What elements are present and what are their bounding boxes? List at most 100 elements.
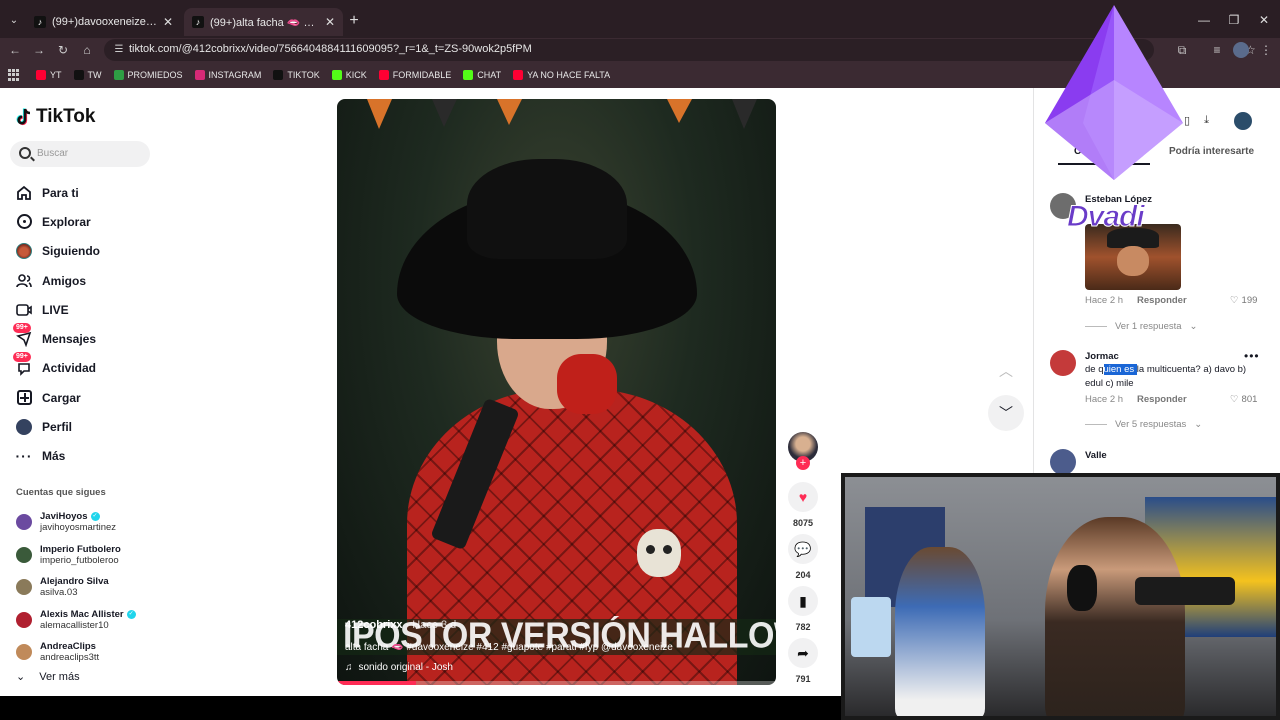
following-item[interactable]: AndreaClips andreaclips3tt bbox=[16, 636, 186, 669]
download-icon[interactable]: ⤓ bbox=[1204, 114, 1209, 127]
account-handle: javihoyosmartinez bbox=[40, 522, 117, 534]
comment-meta: Hace 2 h Responder bbox=[1085, 295, 1187, 306]
studio-microphone bbox=[1135, 577, 1235, 605]
back-icon[interactable]: ← bbox=[6, 42, 24, 58]
site-info-icon[interactable]: ☰ bbox=[112, 43, 126, 57]
sound-name: sonido original - Josh bbox=[358, 662, 454, 673]
nav-item-amigos[interactable]: Amigos bbox=[16, 266, 176, 295]
bookmark-label: PROMIEDOS bbox=[127, 70, 183, 80]
following-item[interactable]: Alexis Mac Allister ✓ alemacallister10 bbox=[16, 604, 186, 637]
forward-icon[interactable]: → bbox=[30, 42, 48, 58]
following-item[interactable]: Imperio Futbolero imperio_futboleroo bbox=[16, 539, 186, 572]
following-item[interactable]: Alejandro Silva asilva.03 bbox=[16, 571, 186, 604]
comment-like[interactable]: ♡ 801 bbox=[1230, 394, 1257, 405]
nav-item-perfil[interactable]: Perfil bbox=[16, 412, 176, 441]
search-input[interactable]: Buscar bbox=[10, 141, 150, 167]
tab-title: (99+)davooxeneize (@davooxeneize) bbox=[52, 16, 157, 28]
account-avatar bbox=[16, 579, 32, 596]
logo-text: TikTok bbox=[36, 106, 96, 127]
profile-avatar[interactable] bbox=[1233, 42, 1249, 58]
account-avatar bbox=[16, 546, 32, 563]
bookmark-chat[interactable]: CHAT bbox=[463, 70, 501, 80]
see-more-label: Ver más bbox=[39, 670, 80, 683]
bookmark-promiedos[interactable]: PROMIEDOS bbox=[113, 70, 183, 80]
restore-icon[interactable]: ❐ bbox=[1226, 13, 1242, 27]
account-avatar bbox=[16, 514, 32, 531]
new-tab-button[interactable]: + bbox=[346, 12, 362, 30]
selected-text: uien es bbox=[1103, 364, 1137, 375]
nav-item-cargar[interactable]: Cargar bbox=[16, 383, 176, 412]
browser-tab[interactable]: ♪ (99+)davooxeneize (@davooxeneize) ✕ bbox=[26, 8, 181, 36]
comment-action[interactable]: 💬 204 bbox=[786, 534, 820, 580]
comment-like-count: 801 bbox=[1241, 394, 1258, 405]
bookmark-label: KICK bbox=[345, 70, 367, 80]
comment-like-count: 199 bbox=[1241, 295, 1258, 306]
apps-grid-icon[interactable] bbox=[8, 69, 20, 81]
media-control-icon[interactable]: ≡ bbox=[1209, 43, 1225, 57]
commenter-avatar[interactable] bbox=[1050, 449, 1076, 475]
reply-button[interactable]: Responder bbox=[1137, 394, 1187, 405]
nav-item-para-ti[interactable]: Para ti bbox=[16, 178, 176, 207]
account-name: AndreaClips bbox=[40, 641, 99, 652]
bookmark-ya-no-hace-falta[interactable]: YA NO HACE FALTA bbox=[513, 70, 610, 80]
account-name-text: Imperio Futbolero bbox=[40, 543, 121, 555]
nav-item-mensajes[interactable]: 99+ Mensajes bbox=[13, 323, 176, 353]
previous-video-button[interactable]: ︿ bbox=[988, 353, 1024, 389]
nav-item-explorar[interactable]: Explorar bbox=[16, 207, 176, 236]
account-name-text: AndreaClips bbox=[40, 641, 96, 653]
video-progress-bar[interactable] bbox=[337, 681, 776, 685]
nav-item-mas[interactable]: ··· Más bbox=[16, 442, 176, 471]
share-action[interactable]: ➦ 791 bbox=[786, 638, 820, 684]
gloved-hand bbox=[557, 354, 617, 414]
user-avatar[interactable] bbox=[1234, 112, 1252, 130]
nav-item-actividad[interactable]: 99+ Actividad bbox=[13, 352, 176, 383]
close-window-icon[interactable]: ✕ bbox=[1256, 13, 1272, 27]
comment-like[interactable]: ♡ 199 bbox=[1230, 295, 1257, 306]
replies-label: Ver 1 respuesta bbox=[1115, 321, 1182, 332]
follow-plus-icon[interactable]: + bbox=[796, 456, 810, 470]
minimize-icon[interactable]: — bbox=[1196, 13, 1212, 27]
comment-time: Hace 2 h bbox=[1085, 295, 1124, 306]
address-bar[interactable]: ☰ tiktok.com/@412cobrixx/video/756640488… bbox=[104, 39, 1256, 61]
comment-count: 204 bbox=[795, 570, 811, 580]
nav-label: Cargar bbox=[42, 390, 81, 405]
see-more-button[interactable]: ⌄ Ver más bbox=[16, 670, 80, 684]
bookmark-tiktok[interactable]: TIKTOK bbox=[273, 70, 320, 80]
next-video-button[interactable]: ﹀ bbox=[988, 395, 1024, 431]
tab-close-icon[interactable]: ✕ bbox=[163, 15, 173, 29]
bookmark-tw[interactable]: TW bbox=[73, 70, 102, 80]
video-sound[interactable]: ♫ sonido original - Josh bbox=[345, 662, 453, 673]
tab-close-icon[interactable]: ✕ bbox=[325, 15, 335, 29]
commenter-name[interactable]: Valle bbox=[1085, 450, 1107, 461]
nav-item-live[interactable]: LIVE bbox=[16, 295, 176, 324]
browser-tab-active[interactable]: ♪ (99+)alta facha 🫦 #davooxeneize ✕ bbox=[184, 8, 343, 36]
like-action[interactable]: ♥ 8075 bbox=[786, 482, 820, 528]
video-author[interactable]: 412cobrixx · Hace 3 d bbox=[345, 619, 456, 631]
following-item[interactable]: JaviHoyos ✓ javihoyosmartinez bbox=[16, 506, 186, 539]
bookmark-instagram[interactable]: INSTAGRAM bbox=[194, 70, 261, 80]
reply-button[interactable]: Responder bbox=[1137, 295, 1187, 306]
commenter-name[interactable]: Jormac bbox=[1085, 351, 1119, 362]
tab-search-icon[interactable]: ⌄ bbox=[6, 13, 22, 29]
bookmark-yt[interactable]: YT bbox=[36, 70, 62, 80]
bookmark-formidable[interactable]: FORMIDABLE bbox=[378, 70, 451, 80]
bookmark-favicon-icon bbox=[73, 70, 84, 80]
bookmark-kick[interactable]: KICK bbox=[331, 70, 367, 80]
browser-menu-icon[interactable]: ⋮ bbox=[1258, 43, 1274, 57]
save-action[interactable]: ▮ 782 bbox=[786, 586, 820, 632]
more-options-icon[interactable]: ••• bbox=[1244, 349, 1260, 363]
activity-icon: 99+ bbox=[13, 352, 32, 377]
like-count: 8075 bbox=[792, 518, 814, 528]
tiktok-logo[interactable]: TikTok bbox=[16, 106, 95, 128]
view-replies-button[interactable]: Ver 1 respuesta ⌄ bbox=[1085, 321, 1198, 332]
post-date: · Hace 3 d bbox=[405, 619, 457, 631]
device-icon[interactable]: ▯ bbox=[1184, 114, 1190, 127]
video-player[interactable]: IPOSTOR VERSIÓN HALLOWEE 412cobrixx · Ha… bbox=[337, 99, 776, 685]
share-count: 791 bbox=[795, 674, 811, 684]
commenter-avatar[interactable] bbox=[1050, 350, 1076, 376]
home-button-icon[interactable]: ⌂ bbox=[78, 42, 96, 58]
nav-item-siguiendo[interactable]: Siguiendo bbox=[16, 237, 176, 266]
skull-decoration bbox=[637, 529, 681, 577]
reload-icon[interactable]: ↻ bbox=[54, 42, 72, 58]
view-replies-button[interactable]: Ver 5 respuestas ⌄ bbox=[1085, 419, 1202, 430]
